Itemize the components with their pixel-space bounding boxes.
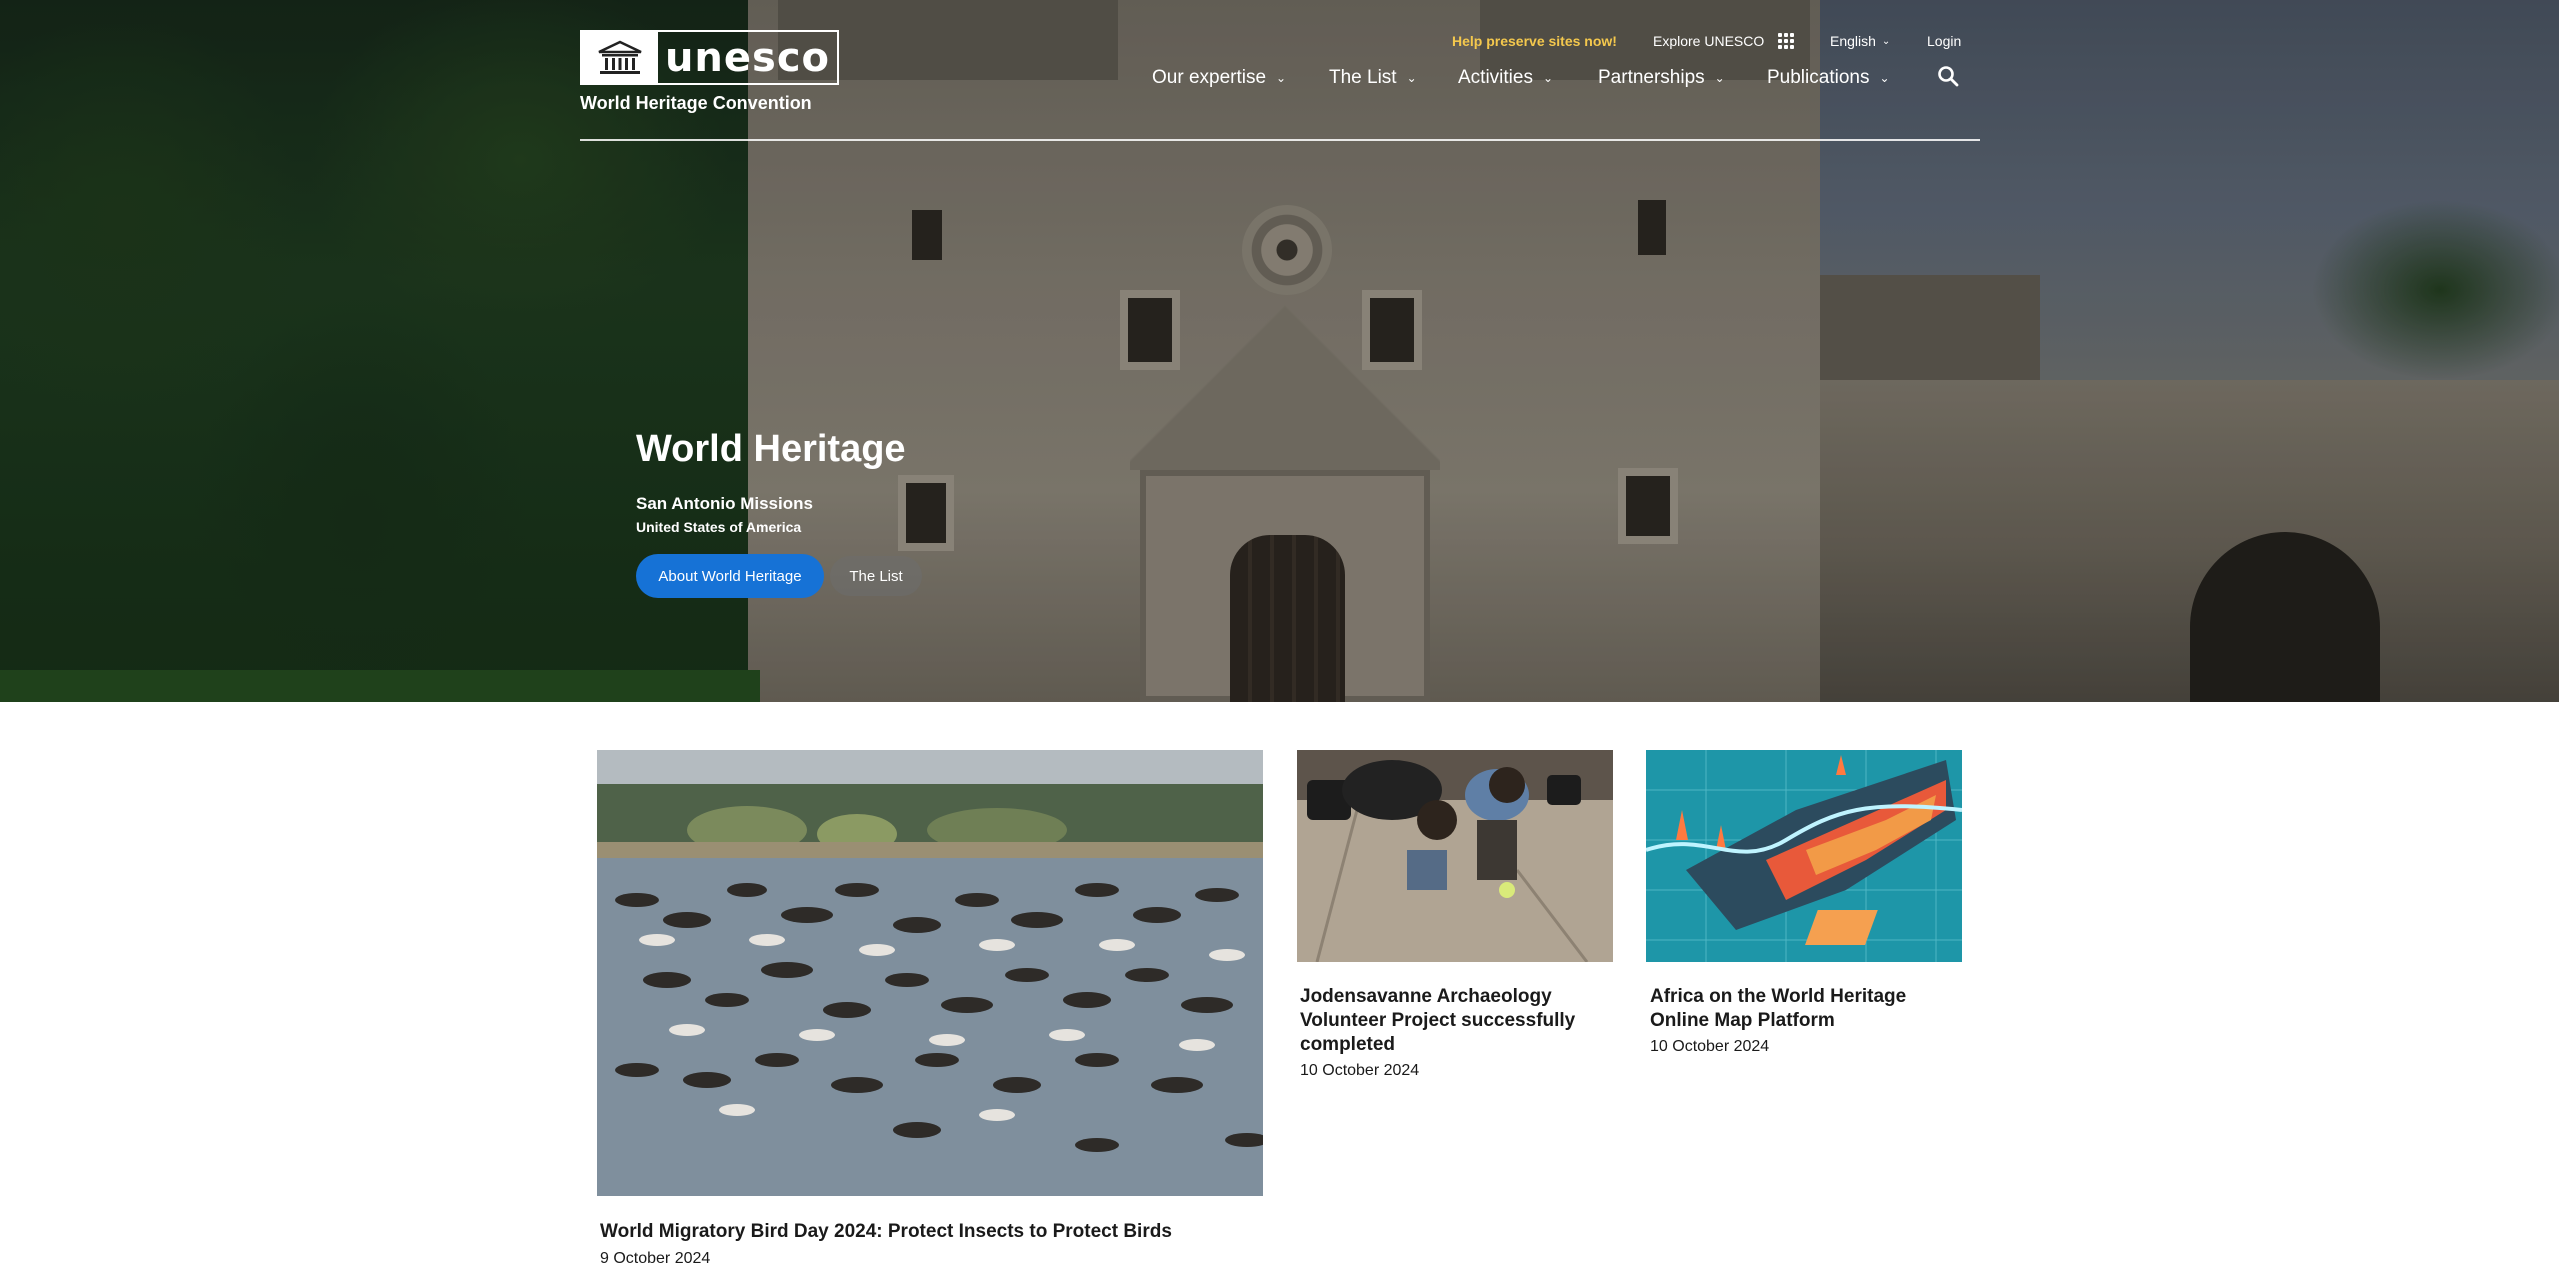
- language-label: English: [1830, 33, 1876, 49]
- chevron-down-icon: ⌄: [1406, 71, 1417, 85]
- language-selector[interactable]: English ⌄: [1830, 33, 1890, 49]
- nav-partnerships[interactable]: Partnerships ⌄: [1598, 66, 1767, 90]
- news-title-line: Volunteer Project successfully: [1300, 1010, 1576, 1031]
- nav-publications[interactable]: Publications ⌄: [1767, 66, 1907, 90]
- about-world-heritage-button[interactable]: About World Heritage: [636, 554, 824, 598]
- chevron-down-icon: ⌄: [1276, 71, 1287, 85]
- news-image-archaeology[interactable]: [1297, 750, 1613, 962]
- hero-site-name: San Antonio Missions: [636, 494, 813, 513]
- hero-banner: [0, 0, 2559, 702]
- site-subtitle[interactable]: World Heritage Convention: [580, 93, 812, 114]
- nav-label: Our expertise: [1152, 67, 1267, 88]
- nav-our-expertise[interactable]: Our expertise ⌄: [1152, 66, 1329, 90]
- explore-unesco-link[interactable]: Explore UNESCO: [1653, 33, 1795, 49]
- search-icon[interactable]: [1936, 64, 1960, 88]
- news-title[interactable]: Jodensavanne Archaeology Volunteer Proje…: [1300, 985, 1610, 1057]
- nav-activities[interactable]: Activities ⌄: [1458, 66, 1598, 90]
- nav-label: The List: [1329, 67, 1397, 88]
- explore-unesco-label: Explore UNESCO: [1653, 33, 1765, 49]
- news-title-line: Africa on the World Heritage: [1650, 986, 1907, 1007]
- nav-label: Activities: [1458, 67, 1533, 88]
- nav-label: Partnerships: [1598, 67, 1705, 88]
- news-date: 10 October 2024: [1300, 1062, 1420, 1079]
- news-image-migratory-birds[interactable]: [597, 750, 1263, 1196]
- news-title[interactable]: Africa on the World Heritage Online Map …: [1650, 985, 1960, 1033]
- news-title-line: Jodensavanne Archaeology: [1300, 986, 1552, 1007]
- chevron-down-icon: ⌄: [1714, 71, 1725, 85]
- main-nav: Our expertise ⌄ The List ⌄ Activities ⌄ …: [1152, 66, 1907, 90]
- chevron-down-icon: ⌄: [1542, 71, 1554, 85]
- header-divider: [580, 139, 1980, 141]
- nav-label: Publications: [1767, 67, 1870, 88]
- news-image-map-platform[interactable]: [1646, 750, 1962, 962]
- news-date: 9 October 2024: [600, 1250, 711, 1267]
- login-link[interactable]: Login: [1927, 33, 1961, 49]
- news-title[interactable]: World Migratory Bird Day 2024: Protect I…: [600, 1220, 1172, 1244]
- unesco-wordmark: unesco: [664, 34, 831, 81]
- chevron-down-icon: ⌄: [1881, 35, 1891, 47]
- unesco-logo-link[interactable]: unesco: [580, 30, 839, 85]
- news-title-line: completed: [1300, 1034, 1396, 1055]
- unesco-emblem-icon: [582, 32, 658, 83]
- news-date: 10 October 2024: [1650, 1038, 1770, 1055]
- chevron-down-icon: ⌄: [1879, 71, 1890, 85]
- the-list-button[interactable]: The List: [830, 556, 922, 596]
- hero-site-country: United States of America: [636, 519, 802, 535]
- hero-title: World Heritage: [636, 428, 906, 470]
- preserve-sites-link[interactable]: Help preserve sites now!: [1452, 33, 1617, 49]
- apps-grid-icon: [1778, 33, 1795, 49]
- nav-the-list[interactable]: The List ⌄: [1329, 66, 1458, 90]
- news-title-line: Online Map Platform: [1650, 1010, 1835, 1031]
